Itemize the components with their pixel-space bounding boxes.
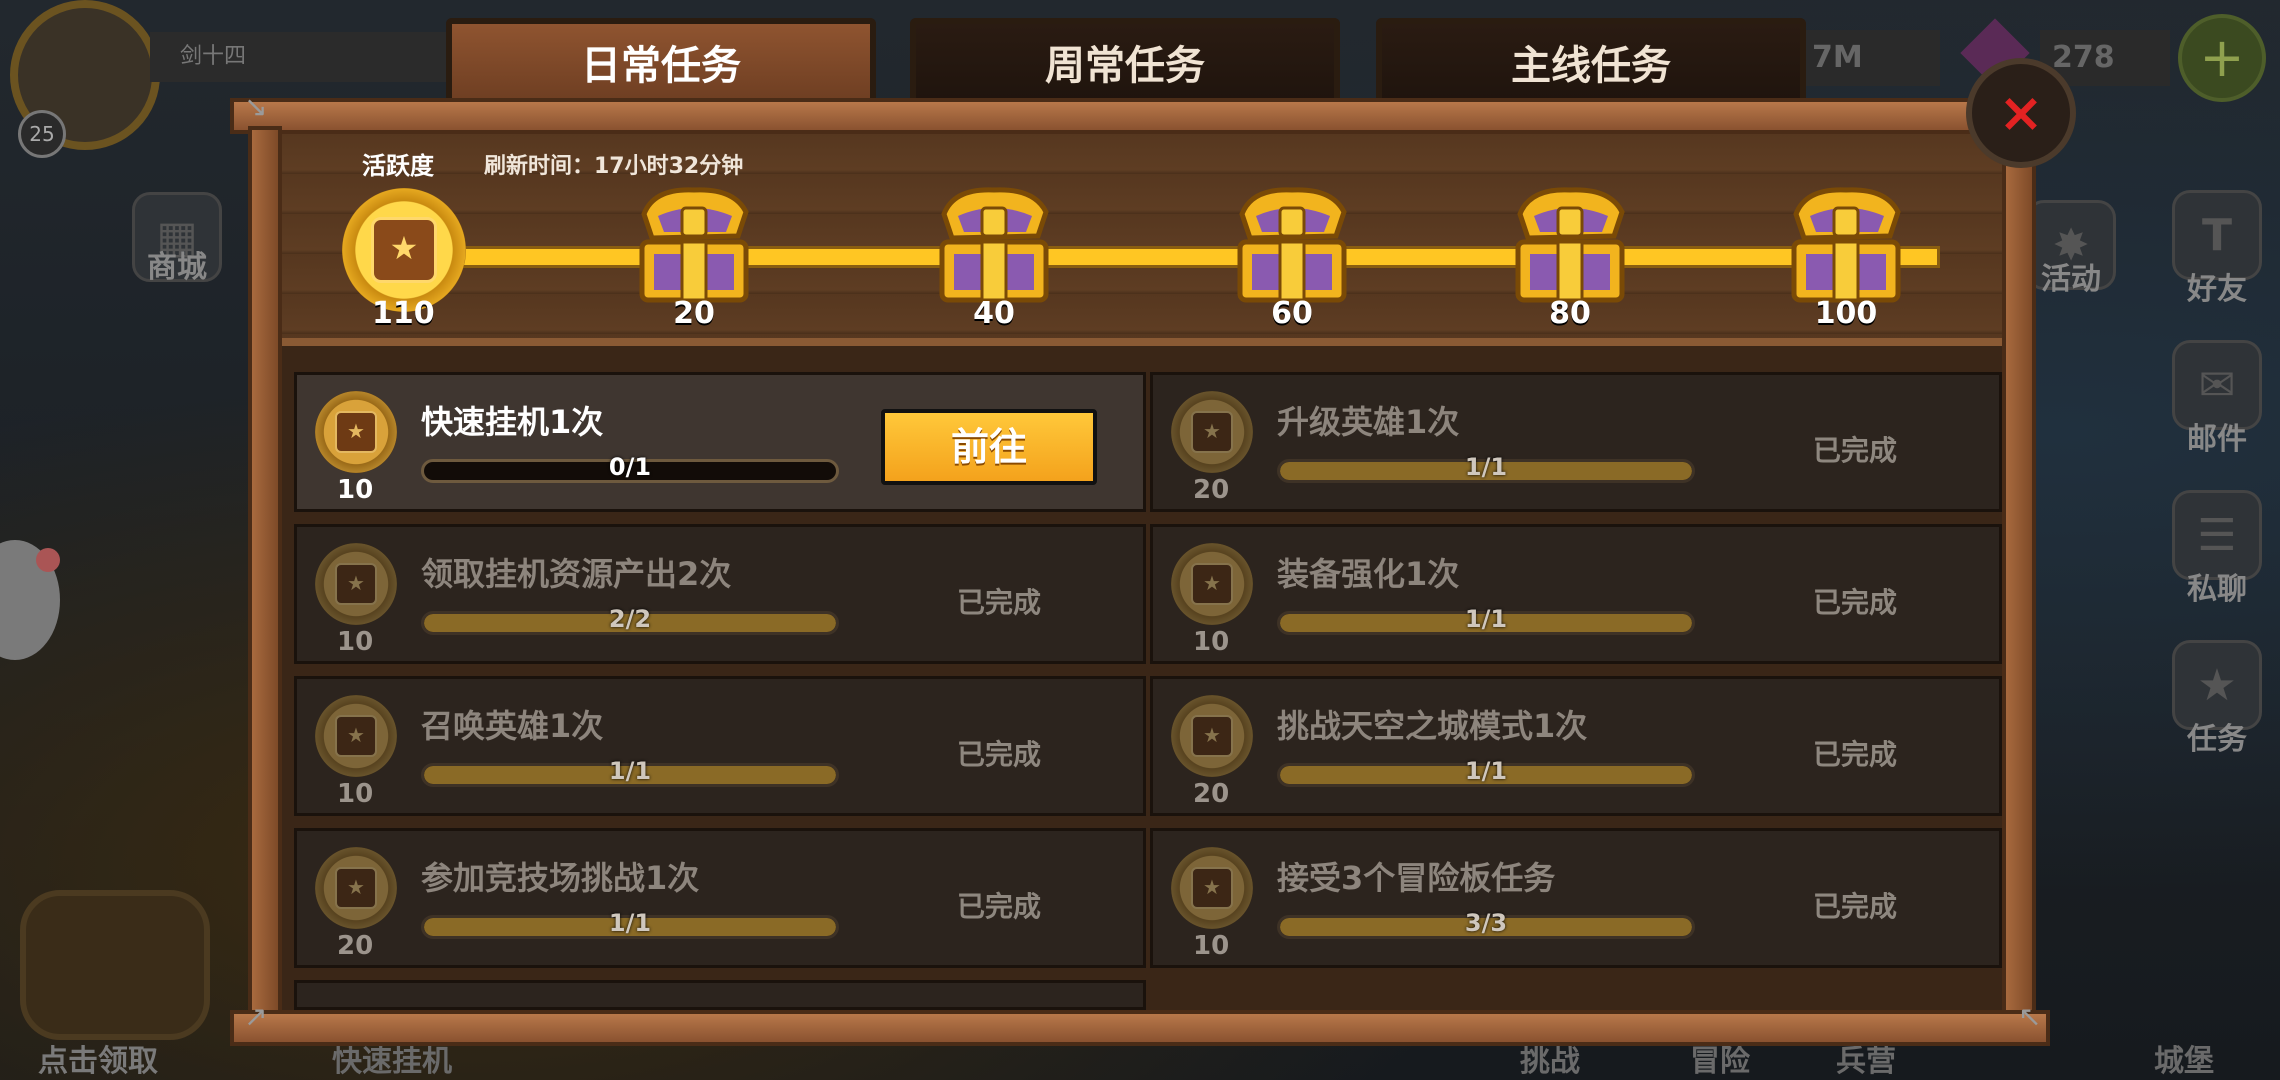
panel-frame-left — [248, 126, 282, 1016]
task-medal-icon: ★ — [315, 391, 397, 473]
reward-chest-icon[interactable] — [1232, 186, 1352, 308]
player-name: 剑十四 — [150, 32, 450, 82]
task-progress-text: 1/1 — [1464, 757, 1508, 785]
private-chat-label: 私聊 — [2187, 572, 2247, 607]
refresh-timer: 刷新时间：17小时32分钟 — [484, 154, 744, 179]
task-progress-text: 1/1 — [1464, 605, 1508, 633]
task-title: 挑战天空之城模式1次 — [1277, 707, 1588, 745]
nail-icon: ↘ — [244, 90, 268, 123]
mail-button[interactable]: ✉ 邮件 — [2162, 340, 2272, 458]
close-button[interactable]: × — [1966, 58, 2076, 168]
task-points: 10 — [1193, 627, 1230, 657]
milestone-value: 60 — [1271, 296, 1313, 331]
task-title: 装备强化1次 — [1277, 555, 1460, 593]
task-status-completed: 已完成 — [957, 586, 1042, 619]
task-status-completed: 已完成 — [1813, 890, 1898, 923]
task-progress-text: 0/1 — [608, 453, 652, 481]
activity-label: 活跃度 — [362, 152, 434, 180]
task-progress-text: 3/3 — [1464, 909, 1508, 937]
task-medal-icon: ★ — [315, 847, 397, 929]
private-chat-button[interactable]: ☰ 私聊 — [2162, 490, 2272, 608]
task-card: ★ 20 挑战天空之城模式1次 1/1 已完成 — [1150, 676, 2002, 816]
shop-button[interactable]: ▦ 商城 — [122, 192, 232, 286]
task-points: 10 — [337, 779, 374, 809]
activity-value: 110 — [372, 296, 435, 331]
quest-label: 任务 — [2187, 722, 2247, 757]
task-title: 升级英雄1次 — [1277, 403, 1460, 441]
task-card-partial — [294, 980, 1146, 1010]
mail-label: 邮件 — [2187, 422, 2247, 457]
milestone-value: 80 — [1549, 296, 1591, 331]
task-status-completed: 已完成 — [1813, 586, 1898, 619]
task-card: ★ 10 快速挂机1次 0/1 前往 — [294, 372, 1146, 512]
task-medal-icon: ★ — [1171, 695, 1253, 777]
close-icon: × — [1998, 81, 2044, 144]
reward-chest-icon[interactable] — [1786, 186, 1906, 308]
task-card: ★ 20 升级英雄1次 1/1 已完成 — [1150, 372, 2002, 512]
reward-chest-icon[interactable] — [1510, 186, 1630, 308]
task-title: 快速挂机1次 — [421, 403, 604, 441]
tab-weekly[interactable]: 周常任务 — [910, 18, 1340, 102]
task-status-completed: 已完成 — [1813, 434, 1898, 467]
task-medal-icon: ★ — [1171, 847, 1253, 929]
task-medal-icon: ★ — [1171, 391, 1253, 473]
task-card: ★ 10 接受3个冒险板任务 3/3 已完成 — [1150, 828, 2002, 968]
milestone-value: 20 — [673, 296, 715, 331]
task-title: 领取挂机资源产出2次 — [421, 555, 732, 593]
nail-icon: ↖ — [2018, 1000, 2042, 1033]
gold-amount: 7M — [1800, 30, 1940, 86]
panel-frame-right — [2002, 126, 2036, 1016]
nail-icon: ↗ — [244, 1000, 268, 1033]
task-progress-text: 1/1 — [1464, 453, 1508, 481]
activity-medal-icon: ★ — [342, 188, 466, 312]
task-progress-text: 2/2 — [608, 605, 652, 633]
task-title: 召唤英雄1次 — [421, 707, 604, 745]
task-card: ★ 10 召唤英雄1次 1/1 已完成 — [294, 676, 1146, 816]
task-medal-icon: ★ — [315, 543, 397, 625]
tab-daily[interactable]: 日常任务 — [446, 18, 876, 102]
add-gems-button[interactable]: + — [2178, 14, 2266, 102]
quest-button[interactable]: ★ 任务 — [2162, 640, 2272, 758]
task-status-completed: 已完成 — [957, 890, 1042, 923]
idle-reward-chest[interactable] — [20, 890, 210, 1040]
task-points: 20 — [1193, 779, 1230, 809]
task-medal-icon: ★ — [315, 695, 397, 777]
task-card: ★ 10 领取挂机资源产出2次 2/2 已完成 — [294, 524, 1146, 664]
task-points: 10 — [337, 627, 374, 657]
tab-main[interactable]: 主线任务 — [1376, 18, 1806, 102]
reward-chest-icon[interactable] — [934, 186, 1054, 308]
task-medal-icon: ★ — [1171, 543, 1253, 625]
shop-label: 商城 — [147, 250, 207, 285]
claim-reward-label[interactable]: 点击领取 — [38, 1036, 158, 1080]
friends-button[interactable]: T 好友 — [2162, 190, 2272, 308]
player-level-badge: 25 — [18, 110, 66, 158]
task-title: 接受3个冒险板任务 — [1277, 859, 1556, 897]
task-card: ★ 20 参加竞技场挑战1次 1/1 已完成 — [294, 828, 1146, 968]
friends-label: 好友 — [2187, 272, 2247, 307]
task-status-completed: 已完成 — [957, 738, 1042, 771]
milestone-value: 40 — [973, 296, 1015, 331]
task-points: 10 — [337, 475, 374, 505]
task-progress-text: 1/1 — [608, 757, 652, 785]
task-points: 20 — [337, 931, 374, 961]
milestone-value: 100 — [1814, 296, 1878, 331]
task-title: 参加竞技场挑战1次 — [421, 859, 700, 897]
task-card: ★ 10 装备强化1次 1/1 已完成 — [1150, 524, 2002, 664]
reward-chest-icon[interactable] — [634, 186, 754, 308]
castle-label[interactable]: 城堡 — [2154, 1036, 2214, 1080]
go-button[interactable]: 前往 — [881, 409, 1097, 485]
panel-frame-bottom — [230, 1010, 2050, 1046]
task-points: 10 — [1193, 931, 1230, 961]
task-points: 20 — [1193, 475, 1230, 505]
task-progress-text: 1/1 — [608, 909, 652, 937]
task-status-completed: 已完成 — [1813, 738, 1898, 771]
panel-frame-top — [230, 98, 2010, 134]
